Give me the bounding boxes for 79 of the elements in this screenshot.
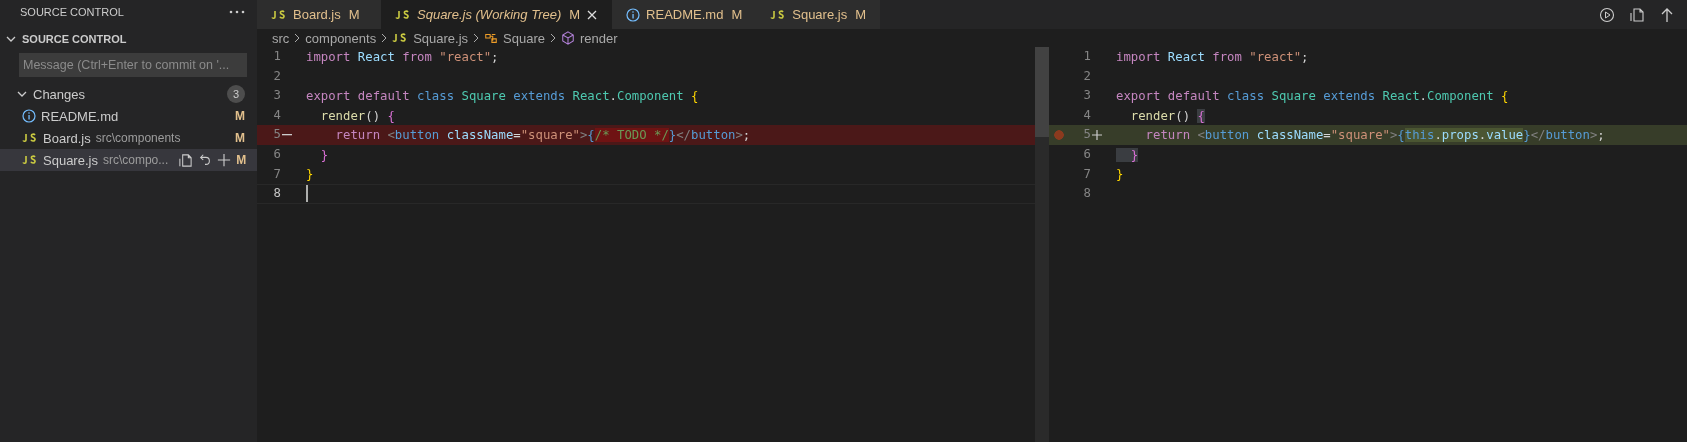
file-name: README.md [41, 108, 119, 124]
changed-file-item[interactable]: README.md M [0, 105, 257, 127]
section-title: SOURCE CONTROL [22, 32, 127, 45]
line-number: 8 [272, 185, 281, 203]
line-number: 2 [1082, 67, 1091, 85]
js-file-icon [271, 9, 287, 20]
breadcrumb-item[interactable]: src [272, 30, 290, 46]
code-line: return <button className="square">{/* TODO */}</button>; [334, 128, 751, 143]
file-path: src\compo... [102, 153, 169, 167]
panel-title: SOURCE CONTROL [20, 6, 125, 18]
arrow-up-icon[interactable] [1659, 6, 1675, 23]
modified-status: M [236, 153, 247, 167]
line-number: 1 [272, 48, 281, 65]
code-line: export default class Square extends React.Component { [1116, 89, 1509, 103]
breadcrumb-item[interactable]: render [580, 30, 618, 46]
info-icon [22, 109, 36, 123]
scrollbar[interactable] [1035, 47, 1049, 442]
code-line: } [319, 147, 329, 162]
breadcrumb-item[interactable]: Square [503, 30, 545, 46]
line-number: 4 [272, 106, 281, 124]
open-file-icon[interactable] [178, 152, 194, 168]
plus-icon[interactable] [217, 153, 232, 167]
line-number: 5 [272, 126, 281, 144]
line-number: 3 [1082, 87, 1091, 105]
class-icon [484, 31, 499, 45]
js-file-icon [392, 33, 409, 43]
chevron-icon[interactable] [17, 89, 27, 99]
js-file-icon [22, 155, 38, 165]
breadcrumb-item[interactable]: components [305, 30, 377, 46]
line-number: 7 [272, 165, 281, 183]
chevron-icon[interactable] [6, 35, 16, 42]
line-number: 3 [272, 87, 281, 105]
code-line: export default class Square extends React.Component { [306, 89, 699, 103]
editor-tab[interactable]: Board.js M [257, 0, 381, 29]
breadcrumb-item[interactable]: Square.js [413, 30, 469, 46]
js-file-icon [770, 9, 787, 20]
js-file-icon [22, 133, 38, 143]
code-line: } [306, 167, 314, 182]
line-number: 4 [1082, 106, 1091, 124]
count-badge: 3 [227, 85, 245, 103]
changed-file-item[interactable]: Square.js src\compo... M [0, 149, 257, 171]
editor-tab[interactable]: Square.js (Working Tree) M [381, 0, 613, 29]
info-icon [626, 7, 641, 22]
open-file-icon[interactable] [1629, 6, 1645, 23]
editor-tab[interactable]: Square.js M [756, 0, 881, 29]
modified-status: M [235, 131, 245, 145]
modified-status: M [235, 109, 245, 123]
file-name: Square.js [43, 152, 98, 168]
code-line: render() { [319, 108, 395, 123]
changed-file-item[interactable]: Board.js src\components M [0, 127, 257, 149]
file-name: Board.js [43, 130, 91, 146]
line-number: 7 [1082, 165, 1091, 183]
text-cursor [306, 185, 308, 203]
code-line: render() { [1129, 108, 1205, 123]
chevron-icon [381, 33, 388, 43]
chevron-icon [550, 33, 556, 43]
group-label[interactable]: Changes [33, 86, 221, 102]
run-icon[interactable] [1599, 6, 1615, 23]
plus-icon [1092, 130, 1102, 141]
js-file-icon [395, 9, 411, 20]
more-icon[interactable] [229, 10, 245, 14]
code-line: return <button className="square">{this.props.value}</button>; [1144, 128, 1605, 143]
chevron-icon [473, 33, 480, 43]
line-number: 2 [272, 67, 281, 85]
code-line: import React from "react"; [1116, 49, 1309, 64]
editor-tab[interactable]: README.md M [612, 0, 757, 29]
close-icon[interactable] [586, 8, 599, 21]
discard-icon[interactable] [198, 153, 213, 167]
line-number: 1 [1082, 48, 1091, 65]
code-line: import React from "react"; [306, 49, 499, 64]
code-line: } [1116, 167, 1124, 182]
cube-icon [561, 31, 575, 45]
chevron-icon [294, 33, 301, 43]
line-number: 6 [272, 145, 281, 163]
line-number: 8 [1082, 185, 1091, 203]
file-path: src\components [95, 131, 181, 145]
minus-icon [282, 134, 292, 137]
commit-message-field[interactable]: Message (Ctrl+Enter to commit on '... [19, 53, 247, 77]
line-number: 6 [1082, 145, 1091, 163]
